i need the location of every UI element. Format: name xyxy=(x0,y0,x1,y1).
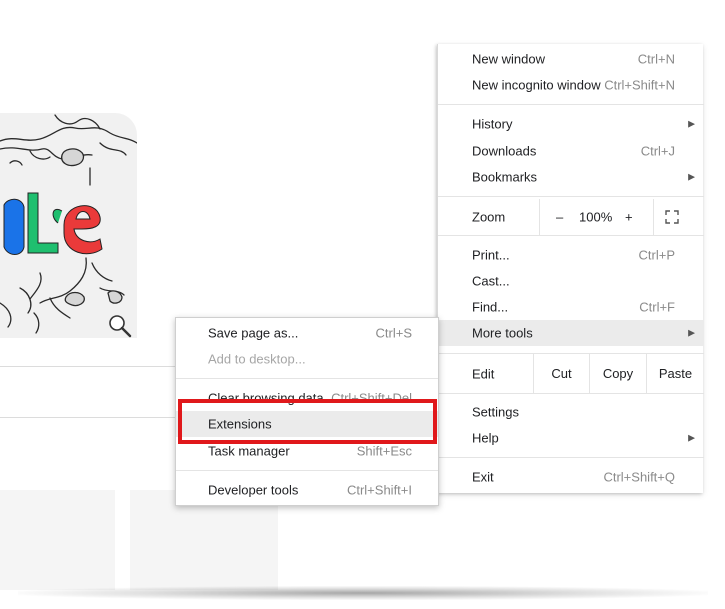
menu-item-zoom: Zoom – 100% + xyxy=(438,199,704,235)
menu-item-label: History xyxy=(472,116,513,132)
menu-item-label: Print... xyxy=(472,247,510,263)
menu-divider xyxy=(438,104,704,105)
menu-item-new-window[interactable]: New window Ctrl+N xyxy=(438,46,704,72)
menu-divider xyxy=(438,196,704,197)
menu-item-shortcut: Ctrl+N xyxy=(637,51,675,67)
menu-item-label: Find... xyxy=(472,299,509,315)
google-doodle[interactable] xyxy=(0,113,137,338)
copy-button[interactable]: Copy xyxy=(589,354,646,393)
zoom-out-button[interactable]: – xyxy=(556,210,563,225)
submenu-item-add-to-desktop: Add to desktop... xyxy=(176,346,438,372)
menu-divider xyxy=(438,393,704,394)
fullscreen-icon[interactable] xyxy=(665,210,679,224)
menu-item-edit: Edit Cut Copy Paste xyxy=(438,354,704,393)
menu-item-label: Add to desktop... xyxy=(208,351,306,367)
menu-item-shortcut: Ctrl+Shift+N xyxy=(604,77,675,93)
zoom-level: 100% xyxy=(579,209,613,225)
cut-button[interactable]: Cut xyxy=(533,354,589,393)
menu-divider xyxy=(438,457,704,458)
menu-item-shortcut: Ctrl+S xyxy=(375,325,412,341)
menu-item-settings[interactable]: Settings xyxy=(438,399,704,425)
magnifier-icon[interactable] xyxy=(106,312,134,340)
menu-item-bookmarks[interactable]: Bookmarks ▶ xyxy=(438,164,704,190)
menu-divider xyxy=(438,235,704,236)
menu-item-exit[interactable]: Exit Ctrl+Shift+Q xyxy=(438,464,704,490)
paste-label: Paste xyxy=(658,366,693,381)
menu-item-label: Exit xyxy=(472,469,494,485)
menu-item-label: More tools xyxy=(472,325,533,341)
cut-label: Cut xyxy=(551,366,572,381)
menu-item-shortcut: Ctrl+P xyxy=(638,247,675,263)
shortcut-tile[interactable] xyxy=(0,490,115,590)
menu-item-shortcut: Ctrl+Shift+I xyxy=(346,482,412,498)
menu-item-label: New window xyxy=(472,51,545,67)
edit-label: Edit xyxy=(472,366,495,381)
menu-item-more-tools[interactable]: More tools ▶ xyxy=(438,320,704,346)
zoom-in-button[interactable]: + xyxy=(625,210,633,225)
submenu-arrow-icon: ▶ xyxy=(688,327,695,338)
menu-item-shortcut: Shift+Esc xyxy=(356,443,412,459)
submenu-arrow-icon: ▶ xyxy=(688,432,695,443)
copy-label: Copy xyxy=(602,366,634,381)
menu-item-shortcut: Ctrl+Shift+Q xyxy=(603,469,675,485)
submenu-arrow-icon: ▶ xyxy=(688,118,695,129)
menu-item-print[interactable]: Print... Ctrl+P xyxy=(438,242,704,268)
menu-item-label: Task manager xyxy=(208,443,290,459)
menu-item-label: Bookmarks xyxy=(472,169,538,185)
menu-item-label: New incognito window xyxy=(472,77,601,93)
menu-item-find[interactable]: Find... Ctrl+F xyxy=(438,294,704,320)
submenu-arrow-icon: ▶ xyxy=(688,171,695,182)
menu-item-shortcut: Ctrl+J xyxy=(640,143,675,159)
menu-item-help[interactable]: Help ▶ xyxy=(438,425,704,451)
zoom-label: Zoom xyxy=(472,209,506,225)
menu-item-label: Settings xyxy=(472,404,519,420)
menu-item-label: Save page as... xyxy=(208,325,299,341)
paste-button[interactable]: Paste xyxy=(646,354,704,393)
window-shadow xyxy=(18,586,708,600)
menu-item-downloads[interactable]: Downloads Ctrl+J xyxy=(438,138,704,164)
menu-item-label: Cast... xyxy=(472,273,510,289)
menu-divider xyxy=(176,470,438,471)
menu-item-shortcut: Ctrl+F xyxy=(639,299,675,315)
extensions-highlight-box xyxy=(178,399,437,444)
menu-item-label: Developer tools xyxy=(208,482,299,498)
menu-item-label: Help xyxy=(472,430,499,446)
menu-divider xyxy=(176,378,438,379)
menu-item-history[interactable]: History ▶ xyxy=(438,111,704,137)
chrome-main-menu: New window Ctrl+N New incognito window C… xyxy=(437,44,704,493)
menu-item-label: Downloads xyxy=(472,143,537,159)
submenu-item-save-page[interactable]: Save page as... Ctrl+S xyxy=(176,320,438,346)
submenu-item-developer-tools[interactable]: Developer tools Ctrl+Shift+I xyxy=(176,477,438,503)
menu-item-new-incognito-window[interactable]: New incognito window Ctrl+Shift+N xyxy=(438,72,704,98)
menu-item-cast[interactable]: Cast... xyxy=(438,268,704,294)
doodle-artwork xyxy=(0,114,137,334)
